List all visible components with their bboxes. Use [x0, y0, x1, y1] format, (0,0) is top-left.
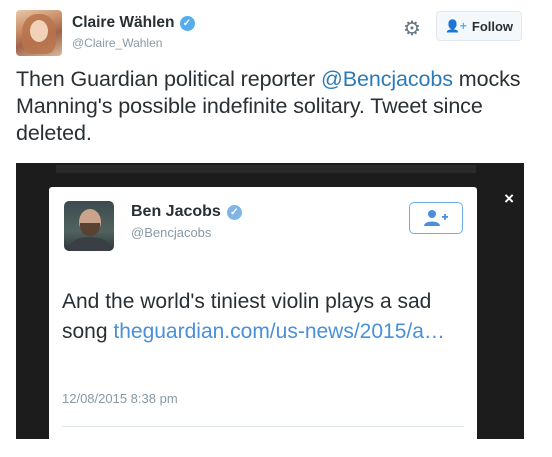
person-plus-icon: 👤+: [444, 19, 467, 33]
background-bar: [56, 165, 476, 173]
author-name-row: Claire Wählen ✓: [72, 14, 195, 32]
tweet-text-before: Then Guardian political reporter: [16, 67, 322, 91]
embedded-tweet-text: And the world's tiniest violin plays a s…: [62, 287, 462, 347]
embedded-verified-badge-icon: ✓: [226, 204, 242, 220]
author-avatar[interactable]: [16, 10, 62, 56]
follow-button[interactable]: 👤+ Follow: [436, 11, 522, 41]
embedded-url-link[interactable]: theguardian.com/us-news/2015/a…: [113, 320, 445, 343]
person-plus-icon: [424, 210, 448, 226]
embedded-tweet-card: Ben Jacobs ✓ @Bencjacobs And the world's…: [49, 187, 477, 439]
author-handle[interactable]: @Claire_Wahlen: [72, 36, 162, 50]
embedded-name-row: Ben Jacobs ✓: [131, 203, 242, 221]
divider: [62, 426, 464, 427]
close-icon[interactable]: ×: [504, 189, 514, 209]
gear-icon[interactable]: ⚙: [403, 19, 421, 39]
embedded-timestamp[interactable]: 12/08/2015 8:38 pm: [62, 391, 178, 406]
tweet-text: Then Guardian political reporter @Bencja…: [16, 66, 536, 147]
verified-badge-icon: ✓: [179, 15, 195, 31]
embedded-author-name[interactable]: Ben Jacobs: [131, 203, 221, 221]
mention-link[interactable]: @Bencjacobs: [321, 67, 453, 91]
embedded-follow-button[interactable]: [409, 202, 463, 234]
avatar-face: [30, 20, 48, 42]
embedded-author-handle[interactable]: @Bencjacobs: [131, 225, 211, 240]
embedded-author-avatar[interactable]: [64, 201, 114, 251]
follow-label: Follow: [471, 18, 514, 34]
avatar-body: [70, 237, 110, 251]
embedded-screenshot[interactable]: × Ben Jacobs ✓ @Bencjacobs And the world…: [16, 163, 524, 439]
avatar-beard: [80, 223, 100, 236]
author-display-name[interactable]: Claire Wählen: [72, 14, 175, 32]
